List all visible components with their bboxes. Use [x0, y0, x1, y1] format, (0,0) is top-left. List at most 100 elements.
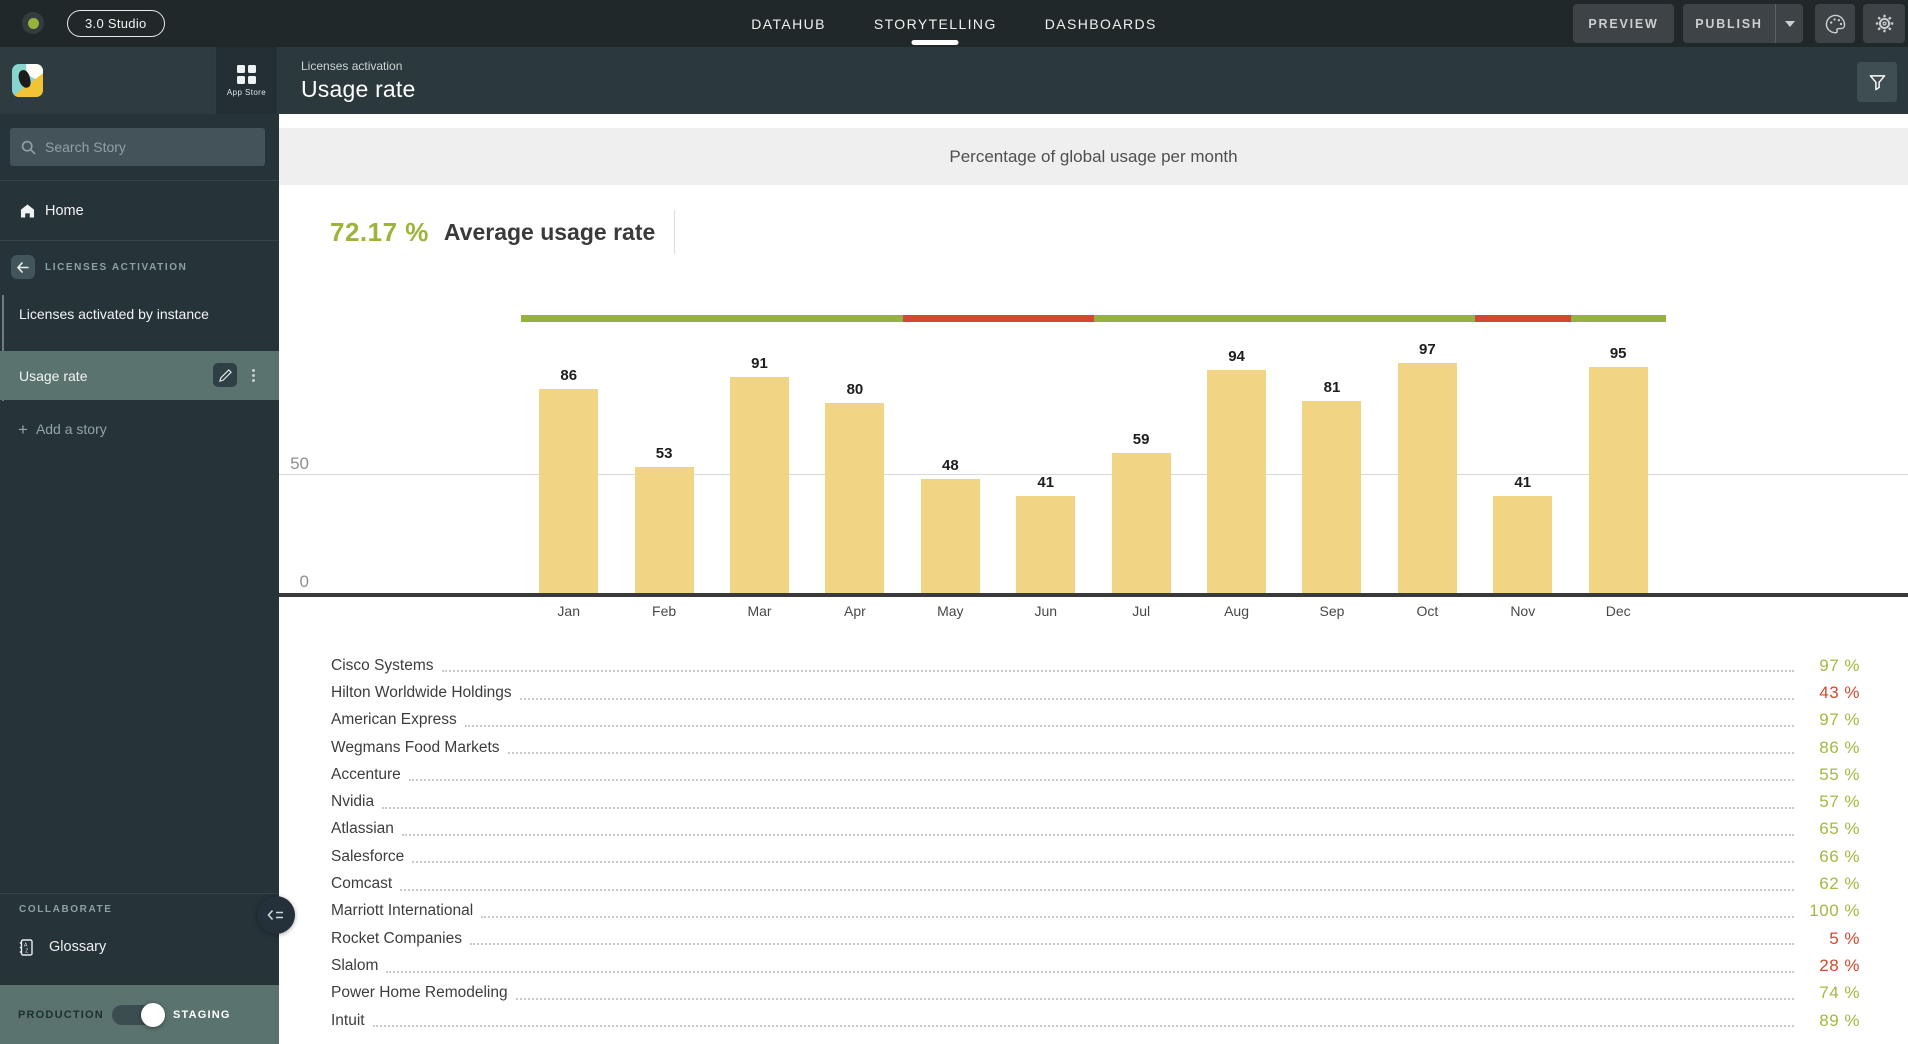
- preview-button[interactable]: PREVIEW: [1573, 4, 1674, 43]
- dotted-leader: [481, 915, 1794, 918]
- company-value: 66 %: [1819, 846, 1860, 866]
- kpi-row: 72.17 % Average usage rate: [330, 208, 676, 256]
- bar-value-label: 94: [1228, 347, 1245, 365]
- dotted-leader: [401, 834, 1794, 837]
- collapse-panel-icon: [267, 909, 283, 921]
- home-label: Home: [45, 203, 84, 219]
- bar-column-apr: 80: [807, 264, 902, 593]
- bar-aug[interactable]: [1207, 369, 1267, 593]
- bar-may[interactable]: [920, 479, 980, 593]
- theme-palette-button[interactable]: [1815, 4, 1855, 43]
- company-row: Salesforce 66 %: [331, 843, 1860, 870]
- dotted-leader: [469, 943, 1794, 946]
- x-tick-oct: Oct: [1416, 603, 1439, 619]
- bar-jun[interactable]: [1016, 495, 1076, 593]
- company-name: Hilton Worldwide Holdings: [331, 683, 512, 701]
- bar-value-label: 53: [655, 445, 673, 463]
- story-menu-button[interactable]: [248, 365, 258, 385]
- sidebar: Home LICENSES ACTIVATION Licenses activa…: [0, 114, 279, 1044]
- gear-icon: [1875, 14, 1893, 33]
- bar-mar[interactable]: [730, 376, 790, 593]
- company-row: Hilton Worldwide Holdings 43 %: [331, 679, 1860, 706]
- active-tab-underline: [911, 40, 959, 45]
- divider: [0, 180, 279, 181]
- glossary-label: Glossary: [49, 939, 107, 955]
- company-name: Nvidia: [331, 793, 375, 811]
- bar-sep[interactable]: [1302, 400, 1362, 593]
- production-label: PRODUCTION: [18, 1008, 104, 1021]
- company-name: Atlassian: [331, 820, 394, 838]
- sidebar-story-usage-rate[interactable]: Usage rate: [0, 351, 279, 400]
- section-label: LICENSES ACTIVATION: [45, 261, 188, 273]
- back-button[interactable]: [11, 255, 35, 279]
- bar-value-label: 80: [846, 381, 864, 398]
- app-store-button[interactable]: App Store: [215, 47, 277, 114]
- dotted-leader: [382, 806, 1794, 809]
- add-story-button[interactable]: + Add a story: [0, 411, 279, 447]
- filter-button[interactable]: [1857, 62, 1897, 102]
- company-row: Accenture 55 %: [331, 761, 1860, 788]
- palette-icon: [1825, 14, 1845, 33]
- bar-oct[interactable]: [1397, 362, 1457, 593]
- bar-column-jun: 41: [998, 264, 1093, 593]
- bar-value-label: 41: [1514, 473, 1532, 491]
- x-tick-mar: Mar: [747, 603, 772, 619]
- x-tick-may: May: [937, 603, 964, 619]
- sidebar-item-home[interactable]: Home: [0, 190, 279, 232]
- bar-jul[interactable]: [1111, 452, 1171, 593]
- bar-nov[interactable]: [1493, 495, 1553, 593]
- section-header: LICENSES ACTIVATION: [11, 254, 187, 280]
- company-value: 97 %: [1819, 655, 1860, 675]
- edit-story-button[interactable]: [213, 363, 237, 387]
- company-row: Marriott International 100 %: [331, 898, 1860, 925]
- publish-dropdown-button[interactable]: [1775, 4, 1803, 43]
- bar-apr[interactable]: [825, 403, 885, 593]
- company-name: Cisco Systems: [331, 656, 434, 674]
- sidebar-item-glossary[interactable]: A Z Glossary: [0, 929, 279, 965]
- company-usage-list: Cisco Systems 97 % Hilton Worldwide Holdin…: [331, 652, 1860, 1034]
- breadcrumb[interactable]: Licenses activation: [301, 59, 1908, 73]
- environment-toggle[interactable]: [111, 1002, 165, 1027]
- toucan-icon: [16, 68, 33, 90]
- company-value: 97 %: [1819, 710, 1860, 730]
- company-name: Wegmans Food Markets: [331, 738, 500, 756]
- y-tick-0: 0: [299, 572, 309, 591]
- sidebar-story-licenses-activated[interactable]: Licenses activated by instance: [0, 301, 279, 327]
- dotted-leader: [507, 752, 1794, 755]
- dotted-leader: [464, 724, 1794, 727]
- svg-text:Z: Z: [25, 948, 28, 954]
- page-header: App Store Licenses activation Usage rate: [0, 47, 1908, 114]
- toggle-knob[interactable]: [140, 1002, 165, 1027]
- company-name: Intuit: [331, 1011, 365, 1029]
- company-name: Accenture: [331, 765, 401, 783]
- publish-button[interactable]: PUBLISH: [1683, 4, 1775, 43]
- search-input[interactable]: [45, 139, 245, 155]
- company-value: 5 %: [1829, 928, 1860, 948]
- staging-label: STAGING: [172, 1008, 231, 1021]
- settings-button[interactable]: [1863, 4, 1905, 43]
- tab-datahub[interactable]: DATAHUB: [751, 0, 826, 47]
- story-label: Usage rate: [19, 367, 88, 384]
- x-tick-nov: Nov: [1510, 603, 1536, 619]
- app-logo[interactable]: [12, 64, 43, 97]
- tab-storytelling[interactable]: STORYTELLING: [874, 0, 997, 47]
- dotted-leader: [372, 1025, 1794, 1028]
- company-row: Cisco Systems 97 %: [331, 652, 1860, 679]
- x-tick-jan: Jan: [557, 603, 580, 619]
- bar-dec[interactable]: [1588, 367, 1648, 593]
- company-name: American Express: [331, 711, 457, 729]
- x-tick-jun: Jun: [1034, 603, 1058, 619]
- company-value: 89 %: [1819, 1010, 1860, 1030]
- app-store-label: App Store: [226, 87, 267, 97]
- bar-value-label: 48: [941, 457, 959, 474]
- bar-value-label: 59: [1132, 430, 1150, 448]
- tab-dashboards[interactable]: DASHBOARDS: [1045, 0, 1157, 47]
- bar-column-jul: 59: [1093, 264, 1188, 593]
- page-title: Usage rate: [301, 75, 416, 102]
- collapse-sidebar-button[interactable]: [257, 896, 295, 934]
- arrow-left-icon: [17, 261, 29, 273]
- bar-jan[interactable]: [539, 388, 599, 593]
- company-row: Slalom 28 %: [331, 952, 1860, 979]
- story-search[interactable]: [10, 128, 265, 166]
- bar-feb[interactable]: [634, 467, 694, 593]
